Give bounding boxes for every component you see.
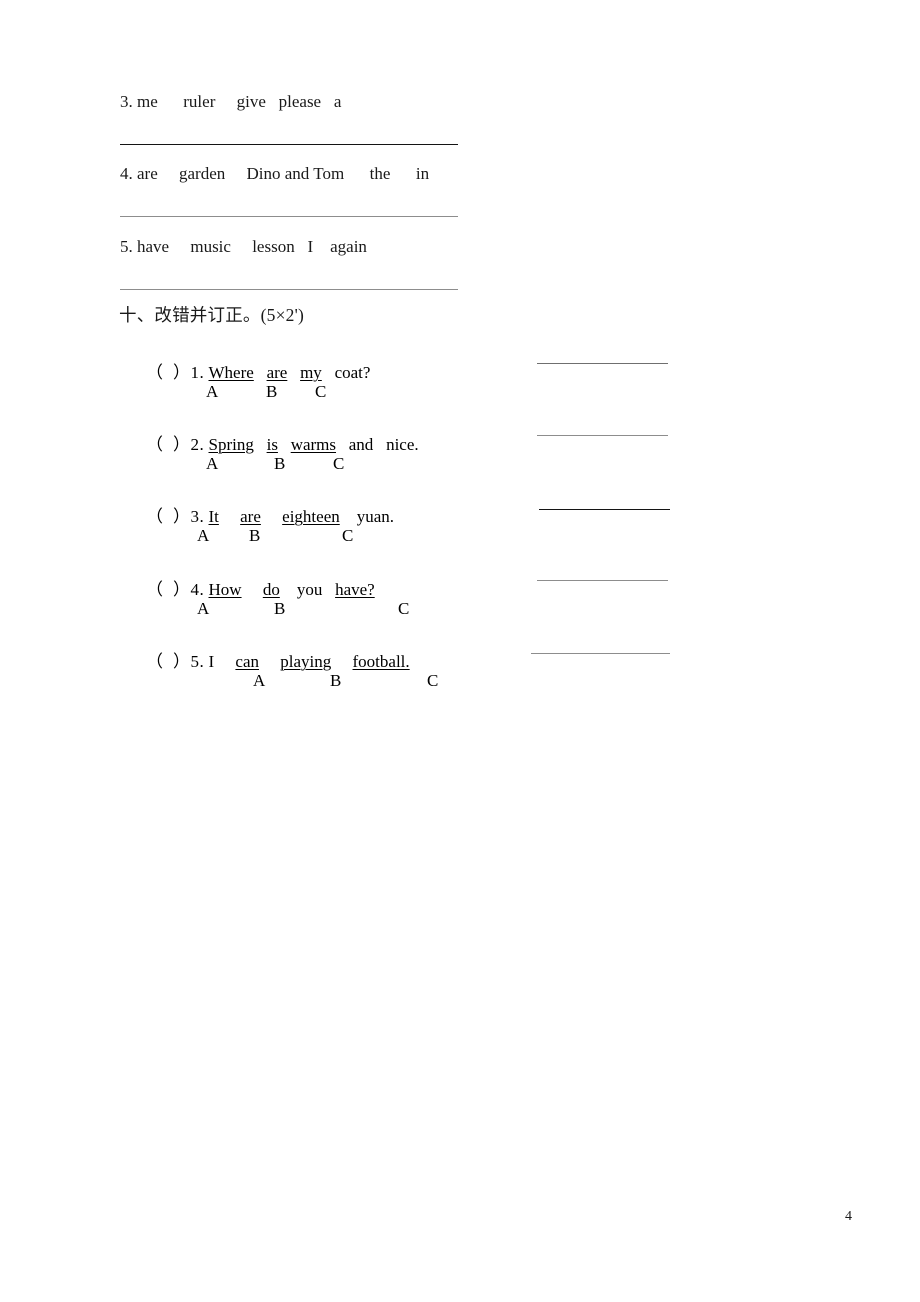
question-5-word-a[interactable]: can bbox=[235, 652, 259, 671]
question-3-option-a[interactable]: A bbox=[197, 527, 209, 544]
question-4-word-c[interactable]: have? bbox=[335, 580, 375, 599]
question-4-word-b[interactable]: do bbox=[263, 580, 280, 599]
scramble-item-3: 3. me ruler give please a bbox=[120, 92, 342, 111]
question-5-option-c[interactable]: C bbox=[427, 672, 438, 689]
question-3-word-plain: yuan. bbox=[356, 507, 395, 526]
question-2-bracket[interactable]: （ ）2. bbox=[146, 435, 204, 454]
worksheet-page: 3. me ruler give please a 4. are garden … bbox=[0, 0, 920, 1302]
question-row-3: （ ）3. It are eighteen yuan. bbox=[129, 491, 394, 542]
question-1-bracket[interactable]: （ ）1. bbox=[146, 363, 204, 382]
question-2-option-c[interactable]: C bbox=[333, 455, 344, 472]
scramble-item-5: 5. have music lesson I again bbox=[120, 237, 367, 256]
question-5-bracket[interactable]: （ ）5. bbox=[146, 652, 204, 671]
question-row-5: （ ）5. I can playing football. bbox=[129, 636, 410, 687]
question-4-answer-blank[interactable] bbox=[537, 580, 668, 581]
question-1-word-a[interactable]: Where bbox=[209, 363, 254, 382]
question-1-option-b[interactable]: B bbox=[266, 383, 277, 400]
question-3-word-b[interactable]: are bbox=[240, 507, 261, 526]
question-1-option-a[interactable]: A bbox=[206, 383, 218, 400]
scramble-answer-line-5[interactable] bbox=[120, 289, 458, 290]
question-2-word-a[interactable]: Spring bbox=[209, 435, 254, 454]
question-1-word-plain: coat? bbox=[334, 363, 371, 382]
question-2-option-b[interactable]: B bbox=[274, 455, 285, 472]
question-2-word-plain-2: nice. bbox=[386, 435, 419, 454]
scramble-item-4: 4. are garden Dino and Tom the in bbox=[120, 164, 430, 183]
question-4-option-c[interactable]: C bbox=[398, 600, 409, 617]
question-5-answer-blank[interactable] bbox=[531, 653, 670, 654]
question-3-bracket[interactable]: （ ）3. bbox=[146, 507, 204, 526]
page-number: 4 bbox=[845, 1209, 852, 1224]
question-4-word-plain: you bbox=[296, 580, 323, 599]
question-3-word-a[interactable]: It bbox=[209, 507, 219, 526]
question-3-option-c[interactable]: C bbox=[342, 527, 353, 544]
scramble-answer-line-4[interactable] bbox=[120, 216, 458, 217]
question-5-word-c[interactable]: football. bbox=[353, 652, 410, 671]
question-2-option-a[interactable]: A bbox=[206, 455, 218, 472]
question-3-word-c[interactable]: eighteen bbox=[282, 507, 340, 526]
question-4-bracket[interactable]: （ ）4. bbox=[146, 580, 204, 599]
question-2-word-b[interactable]: is bbox=[267, 435, 278, 454]
question-5-option-b[interactable]: B bbox=[330, 672, 341, 689]
question-4-option-a[interactable]: A bbox=[197, 600, 209, 617]
question-3-answer-blank[interactable] bbox=[539, 509, 670, 510]
scramble-answer-line-3[interactable] bbox=[120, 144, 458, 145]
question-row-4: （ ）4. How do you have? bbox=[129, 564, 375, 615]
question-5-word-b[interactable]: playing bbox=[280, 652, 331, 671]
question-1-word-c[interactable]: my bbox=[300, 363, 322, 382]
question-2-word-plain-1: and bbox=[348, 435, 374, 454]
question-2-word-c[interactable]: warms bbox=[291, 435, 336, 454]
question-1-word-b[interactable]: are bbox=[267, 363, 288, 382]
question-5-option-a[interactable]: A bbox=[253, 672, 265, 689]
question-2-answer-blank[interactable] bbox=[537, 435, 668, 436]
question-1-answer-blank[interactable] bbox=[537, 363, 668, 364]
question-3-option-b[interactable]: B bbox=[249, 527, 260, 544]
section-heading-10: 十、改错并订正。(5×2') bbox=[119, 305, 304, 325]
question-1-option-c[interactable]: C bbox=[315, 383, 326, 400]
question-4-word-a[interactable]: How bbox=[209, 580, 242, 599]
question-4-option-b[interactable]: B bbox=[274, 600, 285, 617]
question-row-1: （ ）1. Where are my coat? bbox=[129, 347, 370, 398]
